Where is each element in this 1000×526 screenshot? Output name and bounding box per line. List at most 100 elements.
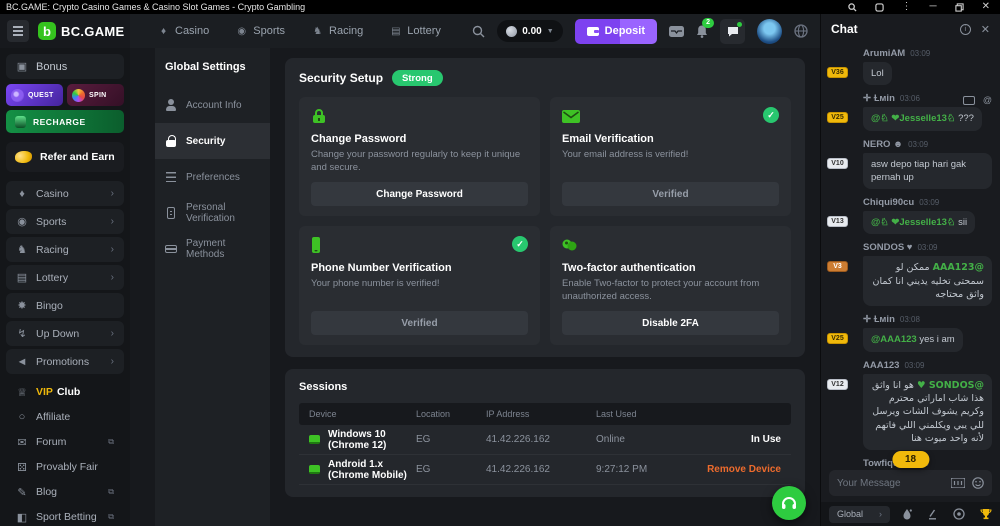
settings-panel: Global Settings Account Info Security [155, 48, 270, 526]
settings-menu-item[interactable]: Payment Methods [155, 231, 270, 267]
inbox-icon[interactable] [669, 26, 684, 37]
brand-logo[interactable]: b BC.GAME [38, 22, 125, 40]
mention-icon[interactable]: @ [983, 95, 992, 105]
mention-link[interactable]: @AAA123 [871, 334, 917, 345]
quest-button[interactable]: QUEST [6, 84, 63, 106]
sidebar-item-bonus[interactable]: ▣ Bonus [6, 54, 124, 79]
mention-link[interactable]: @♘ ❤Jesselle13♘ [871, 113, 955, 124]
search-icon[interactable] [472, 25, 485, 38]
mention-link[interactable]: @♘ ❤Jesselle13♘ [871, 217, 955, 228]
sidebar-footer-item[interactable]: ○ Affiliate [6, 405, 124, 429]
message-input[interactable] [837, 478, 944, 489]
sidebar-toggle-button[interactable] [7, 20, 29, 42]
notification-badge: 2 [702, 18, 714, 28]
maximize-icon[interactable] [955, 2, 964, 13]
level-badge: V36 [827, 67, 848, 78]
sidebar-footer-item[interactable]: ♕ VIP Club [6, 380, 124, 404]
disable-2fa-button[interactable]: Disable 2FA [562, 311, 779, 335]
username[interactable]: Chiqui90cu [863, 197, 914, 208]
level-badge: V25 [827, 112, 848, 123]
quest-label: QUEST [28, 92, 54, 99]
nav-item-label: Sports [253, 25, 285, 37]
session-ip: 41.42.226.162 [486, 464, 596, 475]
sidebar-item[interactable]: ◉ Sports › [6, 209, 124, 234]
support-button[interactable] [772, 486, 806, 520]
sidebar-item-icon: ◧ [16, 511, 28, 524]
phone-verified-button[interactable]: Verified [311, 311, 528, 335]
session-action[interactable]: In Use [686, 434, 781, 445]
session-action[interactable]: Remove Device [686, 464, 781, 475]
settings-menu-item[interactable]: Preferences [155, 159, 270, 195]
sidebar-item-label: Sport Betting Insig... [36, 511, 100, 523]
tip-icon[interactable] [963, 96, 975, 105]
wallet-icon [587, 26, 599, 36]
user-avatar[interactable] [757, 19, 782, 44]
device-name: Android 1.x (Chrome Mobile) [328, 459, 416, 481]
spin-wheel-icon [72, 89, 85, 102]
top-nav-item[interactable]: ♦ Casino [158, 25, 209, 37]
recharge-button[interactable]: RECHARGE [6, 110, 124, 133]
sidebar-item[interactable]: ✸ Bingo [6, 293, 124, 318]
email-verified-button[interactable]: Verified [562, 182, 779, 206]
top-nav-item[interactable]: ♞ Racing [312, 25, 363, 37]
mention-link[interactable]: @AAA123 [933, 262, 984, 273]
notifications-button[interactable]: 2 [696, 25, 708, 38]
chat-header: Chat i ✕ [821, 14, 1000, 44]
username[interactable]: NERO ☻ [863, 139, 903, 150]
chat-toggle-button[interactable] [720, 19, 745, 44]
browser-extension-icon[interactable] [794, 24, 808, 38]
sidebar-footer-item[interactable]: ✎ Blog ⧉ [6, 480, 124, 504]
change-password-button[interactable]: Change Password [311, 182, 528, 206]
settings-menu-item[interactable]: Personal Verification [155, 195, 270, 231]
new-messages-pill[interactable]: 18 [892, 451, 929, 468]
close-window-icon[interactable]: ✕ [982, 2, 990, 13]
sidebar-item[interactable]: ♞ Racing › [6, 237, 124, 262]
deposit-button[interactable]: Deposit [575, 19, 657, 44]
session-last-used: Online [596, 434, 686, 445]
external-link-icon: ⧉ [108, 437, 114, 447]
username[interactable]: AAA123 [863, 360, 899, 371]
username[interactable]: ArumiAM [863, 48, 905, 59]
mention-link[interactable]: @SONDOS ♥ [917, 380, 984, 391]
sidebar-item[interactable]: ▤ Lottery › [6, 265, 124, 290]
sidebar-footer-item[interactable]: ◧ Sport Betting Insig... ⧉ [6, 505, 124, 526]
sidebar-footer-item[interactable]: ✉ Forum ⧉ [6, 430, 124, 454]
security-setup-title: Security Setup [299, 71, 383, 85]
refer-and-earn-button[interactable]: Refer and Earn [6, 142, 124, 172]
username[interactable]: ✛ Ɫмin [863, 314, 895, 325]
top-nav-item[interactable]: ▤ Lottery [390, 25, 441, 37]
sidebar-item-label: Sports [36, 216, 103, 228]
find-icon[interactable] [848, 2, 857, 13]
chat-rules-icon[interactable] [927, 509, 938, 520]
chat-room-selector[interactable]: Global › [829, 506, 890, 523]
spin-button[interactable]: SPIN [67, 84, 124, 106]
quest-swirl-icon [11, 89, 24, 102]
sidebar-item[interactable]: ◄ Promotions › [6, 349, 124, 374]
emoji-icon[interactable] [972, 477, 984, 489]
sidebar-item[interactable]: ♦ Casino › [6, 181, 124, 206]
column-ip: IP Address [486, 409, 596, 419]
top-nav-item[interactable]: ◉ Sports [236, 25, 285, 37]
chat-close-icon[interactable]: ✕ [981, 23, 990, 36]
minimize-icon[interactable]: ─ [930, 2, 937, 13]
chevron-right-icon: › [879, 509, 882, 519]
menu-dots-icon[interactable]: ⋮ [902, 2, 912, 13]
username[interactable]: SONDOS ♥ [863, 242, 912, 253]
settings-menu-item[interactable]: Account Info [155, 87, 270, 123]
extension-icon[interactable] [875, 2, 884, 13]
username[interactable]: ✛ Ɫмin [863, 93, 895, 104]
message-text: yes i am [919, 334, 954, 345]
settings-menu-item[interactable]: Security [155, 123, 270, 159]
coin-drop-icon[interactable] [953, 508, 965, 520]
sidebar-footer-item[interactable]: ⚄ Provably Fair [6, 455, 124, 479]
balance-selector[interactable]: 0.00 ▼ [497, 20, 562, 42]
sidebar-item[interactable]: ↯ Up Down › [6, 321, 124, 346]
sessions-table-body: Windows 10 (Chrome 12) EG 41.42.226.162 … [299, 425, 791, 485]
nav-item-label: Lottery [407, 25, 441, 37]
gif-icon[interactable] [951, 478, 965, 488]
column-last-used: Last Used [596, 409, 686, 419]
card-title: Change Password [311, 133, 528, 145]
chat-info-icon[interactable]: i [960, 24, 971, 35]
rain-icon[interactable] [902, 508, 912, 520]
trophy-icon[interactable] [980, 508, 992, 520]
